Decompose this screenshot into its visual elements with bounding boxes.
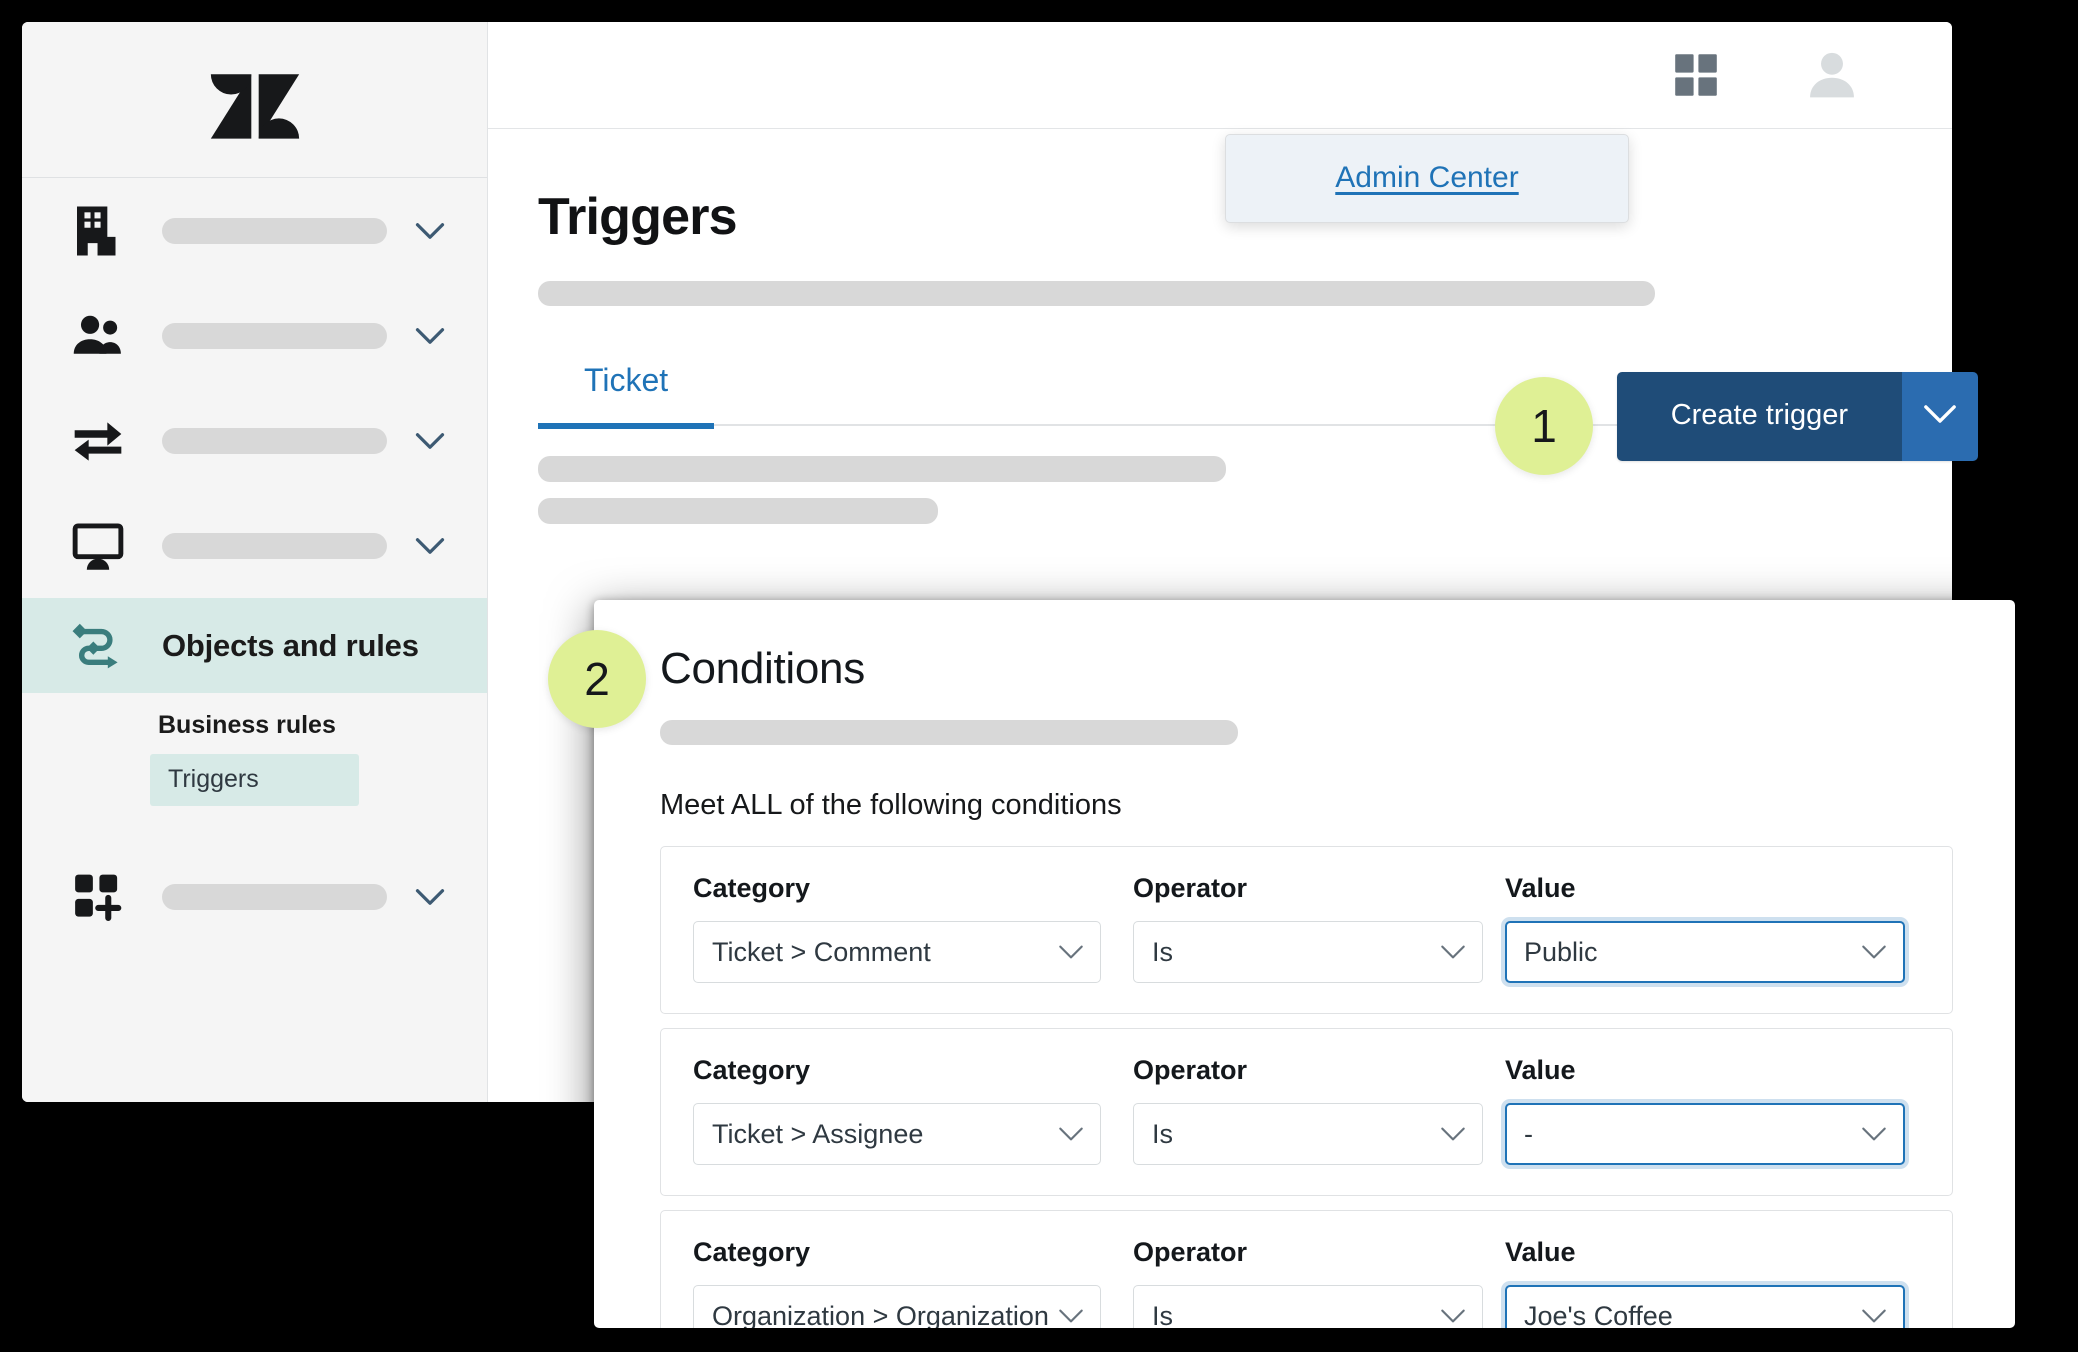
condition-category-column: Category Ticket > Comment bbox=[693, 873, 1101, 983]
conditions-panel-inner: Conditions Meet ALL of the following con… bbox=[594, 600, 2015, 1328]
chevron-down-icon[interactable] bbox=[413, 222, 447, 240]
top-bar bbox=[488, 22, 1952, 129]
category-label: Category bbox=[693, 873, 811, 903]
condition-value-column: Value Public bbox=[1505, 873, 1905, 983]
chevron-down-icon bbox=[1923, 404, 1957, 429]
chevron-down-icon bbox=[1058, 945, 1084, 960]
condition-operator-column: Operator Is bbox=[1133, 1055, 1483, 1165]
conditions-subtitle-skeleton bbox=[660, 720, 1238, 745]
page-content: Triggers Ticket bbox=[488, 129, 1952, 524]
chevron-down-icon bbox=[1058, 1127, 1084, 1142]
chevron-down-icon[interactable] bbox=[413, 537, 447, 555]
sidebar-logo bbox=[22, 22, 487, 178]
user-avatar-icon[interactable] bbox=[1804, 47, 1860, 103]
create-trigger-split-button: Create trigger bbox=[1616, 372, 1978, 461]
conditions-panel-window: Conditions Meet ALL of the following con… bbox=[594, 600, 2015, 1328]
sidebar-subgroup-title: Business rules bbox=[158, 711, 336, 739]
page-subtitle-skeleton bbox=[538, 281, 1655, 306]
sidebar-subgroup-business-rules: Business rules Triggers bbox=[22, 693, 487, 816]
monitor-icon bbox=[70, 518, 132, 574]
operator-select-value: Is bbox=[1152, 936, 1174, 967]
category-label: Category bbox=[693, 1055, 811, 1085]
operator-label: Operator bbox=[1133, 873, 1248, 903]
tab-ticket[interactable]: Ticket bbox=[538, 350, 715, 429]
apps-add-icon bbox=[70, 869, 132, 925]
condition-value-column: Value Joe's Coffee bbox=[1505, 1237, 1905, 1328]
value-label: Value bbox=[1505, 1055, 1576, 1085]
grid-apps-icon[interactable] bbox=[1672, 51, 1804, 99]
meet-all-conditions-text: Meet ALL of the following conditions bbox=[660, 789, 1122, 821]
sidebar-item-label-skeleton bbox=[162, 217, 387, 244]
zendesk-logo-icon bbox=[209, 54, 301, 146]
operator-select[interactable]: Is bbox=[1133, 1285, 1483, 1328]
chevron-down-icon[interactable] bbox=[413, 888, 447, 906]
sidebar-item-apps-and-integrations[interactable] bbox=[22, 844, 487, 949]
condition-operator-column: Operator Is bbox=[1133, 873, 1483, 983]
value-select[interactable]: Joe's Coffee bbox=[1505, 1285, 1905, 1328]
description-skeleton-line-2 bbox=[538, 498, 938, 524]
objects-rules-icon bbox=[70, 618, 132, 674]
chevron-down-icon[interactable] bbox=[413, 327, 447, 345]
operator-label: Operator bbox=[1133, 1055, 1248, 1085]
chevron-down-icon bbox=[1440, 1127, 1466, 1142]
category-select-value: Organization > Organization bbox=[712, 1300, 1049, 1329]
sidebar-item-label-skeleton bbox=[162, 532, 387, 559]
people-icon bbox=[70, 308, 132, 364]
value-label: Value bbox=[1505, 873, 1576, 903]
chevron-down-icon bbox=[1440, 945, 1466, 960]
value-select-value: - bbox=[1524, 1118, 1533, 1149]
value-select[interactable]: - bbox=[1505, 1103, 1905, 1165]
chevron-down-icon bbox=[1861, 945, 1887, 960]
category-select[interactable]: Organization > Organization bbox=[693, 1285, 1101, 1328]
admin-center-popover: Admin Center bbox=[1225, 134, 1629, 223]
transfer-arrows-icon bbox=[70, 413, 132, 469]
sidebar-item-label-skeleton bbox=[162, 427, 387, 454]
category-label: Category bbox=[693, 1237, 811, 1267]
sidebar-item-label-skeleton bbox=[162, 322, 387, 349]
sidebar-item-channels[interactable] bbox=[22, 388, 487, 493]
category-select[interactable]: Ticket > Comment bbox=[693, 921, 1101, 983]
value-select-value: Public bbox=[1524, 936, 1598, 967]
building-icon bbox=[70, 203, 132, 259]
operator-select[interactable]: Is bbox=[1133, 1103, 1483, 1165]
condition-operator-column: Operator Is bbox=[1133, 1237, 1483, 1328]
chevron-down-icon bbox=[1440, 1309, 1466, 1324]
condition-category-column: Category Organization > Organization bbox=[693, 1237, 1101, 1328]
operator-select-value: Is bbox=[1152, 1300, 1174, 1329]
chevron-down-icon bbox=[1861, 1309, 1887, 1324]
conditions-title: Conditions bbox=[660, 644, 865, 693]
step-badge-2: 2 bbox=[548, 630, 646, 728]
admin-center-link[interactable]: Admin Center bbox=[1335, 161, 1518, 194]
operator-select-value: Is bbox=[1152, 1118, 1174, 1149]
sidebar-item-label: Objects and rules bbox=[162, 627, 419, 663]
chevron-down-icon bbox=[1058, 1309, 1084, 1324]
chevron-down-icon bbox=[1861, 1127, 1887, 1142]
sidebar-item-label-skeleton bbox=[162, 883, 387, 910]
category-select-value: Ticket > Assignee bbox=[712, 1118, 924, 1149]
value-select[interactable]: Public bbox=[1505, 921, 1905, 983]
operator-label: Operator bbox=[1133, 1237, 1248, 1267]
description-skeleton-line-1 bbox=[538, 456, 1226, 482]
category-select-value: Ticket > Comment bbox=[712, 936, 931, 967]
category-select[interactable]: Ticket > Assignee bbox=[693, 1103, 1101, 1165]
sidebar-item-objects-and-rules[interactable]: Objects and rules bbox=[22, 598, 487, 693]
condition-value-column: Value - bbox=[1505, 1055, 1905, 1165]
condition-row: Category Ticket > Comment Operator Is Va… bbox=[660, 846, 1953, 1014]
create-trigger-button[interactable]: Create trigger bbox=[1616, 372, 1902, 461]
sidebar-item-triggers[interactable]: Triggers bbox=[150, 754, 359, 806]
condition-category-column: Category Ticket > Assignee bbox=[693, 1055, 1101, 1165]
chevron-down-icon[interactable] bbox=[413, 432, 447, 450]
condition-row: Category Ticket > Assignee Operator Is V… bbox=[660, 1028, 1953, 1196]
sidebar-item-account[interactable] bbox=[22, 178, 487, 283]
sidebar: Objects and rules Business rules Trigger… bbox=[22, 22, 488, 1102]
value-label: Value bbox=[1505, 1237, 1576, 1267]
step-badge-1: 1 bbox=[1495, 377, 1593, 475]
sidebar-item-workspaces[interactable] bbox=[22, 493, 487, 598]
create-trigger-dropdown-toggle[interactable] bbox=[1902, 372, 1978, 461]
sidebar-item-people[interactable] bbox=[22, 283, 487, 388]
operator-select[interactable]: Is bbox=[1133, 921, 1483, 983]
condition-row: Category Organization > Organization Ope… bbox=[660, 1210, 1953, 1328]
value-select-value: Joe's Coffee bbox=[1524, 1300, 1673, 1329]
